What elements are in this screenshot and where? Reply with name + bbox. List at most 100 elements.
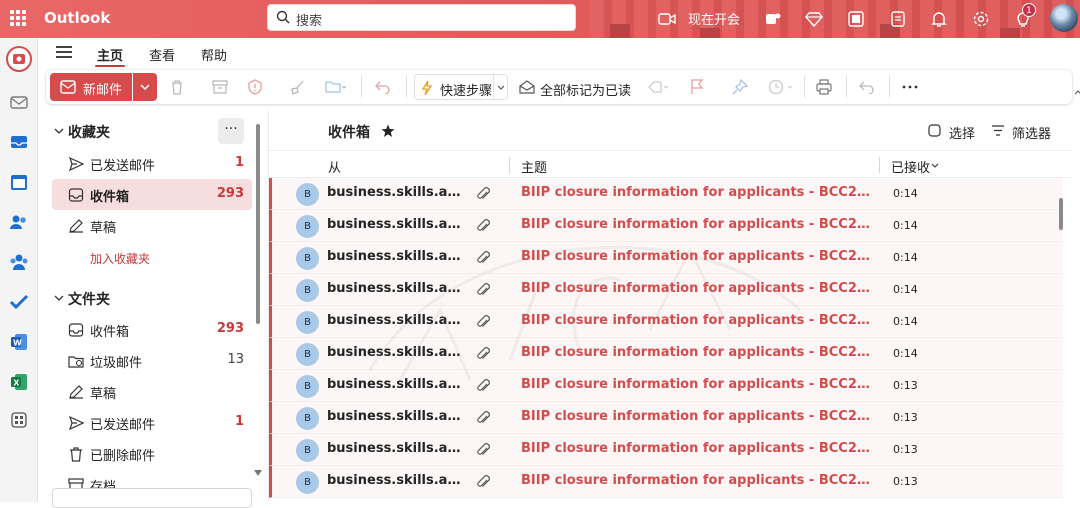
add-to-favorites-link[interactable]: 加入收藏夹	[90, 250, 150, 267]
todo-rail-icon[interactable]	[7, 290, 31, 314]
meet-now-button[interactable]: 现在开会	[688, 9, 740, 28]
quick-steps-button[interactable]: 快速步骤	[414, 74, 508, 100]
user-avatar[interactable]	[1050, 4, 1078, 32]
message-list-scrollbar[interactable]	[1059, 198, 1063, 230]
chevron-up-icon[interactable]	[1074, 84, 1080, 95]
people-rail-icon[interactable]	[7, 210, 31, 234]
message-subject: BIIP closure information for applicants …	[521, 441, 871, 456]
unread-count: 293	[216, 321, 244, 336]
teams-icon[interactable]	[762, 8, 784, 30]
gear-icon[interactable]	[970, 8, 992, 30]
pin-icon[interactable]	[729, 76, 751, 98]
search-icon	[276, 10, 290, 24]
undo-reply-icon[interactable]	[371, 76, 393, 98]
word-rail-icon[interactable]: W	[7, 330, 31, 354]
message-row[interactable]: Bbusiness.skills.ad... BIIP closure infor…	[269, 466, 1063, 498]
favorite-item-sent[interactable]: 已发送邮件 1	[52, 148, 252, 179]
sender-avatar: B	[296, 215, 319, 238]
column-received[interactable]: 已接收	[891, 157, 930, 176]
message-row[interactable]: Bbusiness.skills.ad... BIIP closure infor…	[269, 338, 1063, 370]
flag-icon[interactable]	[686, 76, 708, 98]
message-row[interactable]: Bbusiness.skills.ad... BIIP closure infor…	[269, 178, 1063, 210]
message-row[interactable]: Bbusiness.skills.ad... BIIP closure infor…	[269, 370, 1063, 402]
tag-icon[interactable]	[643, 76, 673, 98]
sender-name: business.skills.ad...	[327, 409, 467, 424]
excel-rail-icon[interactable]: X	[7, 370, 31, 394]
column-from[interactable]: 从	[328, 157, 341, 176]
sweep-icon[interactable]	[286, 76, 308, 98]
favorites-heading[interactable]: 收藏夹	[68, 122, 110, 142]
folder-item-inbox[interactable]: 收件箱 293	[52, 314, 252, 345]
folder-item-sent[interactable]: 已发送邮件 1	[52, 407, 252, 438]
folder-item-deleted[interactable]: 已删除邮件	[52, 438, 252, 469]
new-mail-button[interactable]: 新邮件	[50, 73, 132, 101]
notification-badge: 1	[1022, 3, 1036, 17]
groups-rail-icon[interactable]	[7, 250, 31, 274]
trash-icon	[70, 447, 82, 462]
favorite-item-drafts[interactable]: 草稿	[52, 210, 252, 241]
more-options-icon[interactable]	[899, 76, 921, 98]
bell-icon[interactable]	[928, 8, 950, 30]
delete-icon[interactable]	[166, 76, 188, 98]
favorites-more-button[interactable]: ···	[218, 118, 244, 144]
search-box[interactable]: 搜索	[267, 4, 576, 31]
favorite-item-inbox[interactable]: 收件箱 293	[52, 179, 252, 210]
column-divider[interactable]	[879, 157, 880, 173]
filter-button[interactable]: 筛选器	[1012, 123, 1051, 142]
snooze-icon[interactable]	[764, 76, 798, 98]
folder-pane-bottom-box[interactable]	[52, 488, 252, 508]
message-row[interactable]: Bbusiness.skills.ad... BIIP closure infor…	[269, 402, 1063, 434]
chevron-down-icon[interactable]	[54, 126, 64, 136]
message-row[interactable]: Bbusiness.skills.ad... BIIP closure infor…	[269, 306, 1063, 338]
more-apps-icon[interactable]	[7, 408, 31, 432]
chevron-down-icon[interactable]	[54, 293, 64, 303]
new-mail-dropdown[interactable]	[133, 73, 157, 101]
folder-item-junk[interactable]: 垃圾邮件 13	[52, 345, 252, 376]
move-to-icon[interactable]	[321, 76, 351, 98]
report-icon[interactable]	[244, 76, 266, 98]
folders-heading[interactable]: 文件夹	[68, 289, 110, 309]
mark-all-read-button[interactable]: 全部标记为已读	[540, 80, 631, 99]
message-row[interactable]: Bbusiness.skills.ad... BIIP closure infor…	[269, 242, 1063, 274]
star-icon[interactable]	[381, 124, 395, 138]
column-divider[interactable]	[509, 157, 510, 173]
chevron-down-icon[interactable]	[493, 75, 508, 99]
notes-icon[interactable]	[887, 8, 909, 30]
tab-help[interactable]: 帮助	[201, 45, 227, 64]
chevron-down-icon[interactable]	[931, 163, 939, 168]
office-icon[interactable]	[845, 8, 867, 30]
message-row[interactable]: Bbusiness.skills.ad... BIIP closure infor…	[269, 434, 1063, 466]
folder-pane-scrollbar[interactable]	[256, 124, 260, 324]
mark-read-icon	[516, 76, 538, 98]
received-time: 0:14	[893, 347, 918, 360]
select-button[interactable]: 选择	[949, 123, 975, 142]
undo-icon[interactable]	[856, 76, 878, 98]
mail-rail-icon[interactable]	[7, 90, 31, 114]
sender-name: business.skills.ad...	[327, 313, 467, 328]
calendar-rail-icon[interactable]	[7, 170, 31, 194]
column-header-row: 从 主题 已接收	[269, 150, 1071, 178]
message-row[interactable]: Bbusiness.skills.ad... BIIP closure infor…	[269, 210, 1063, 242]
outlook-app-icon[interactable]	[6, 46, 32, 72]
video-icon[interactable]	[656, 8, 678, 30]
message-row[interactable]: Bbusiness.skills.ad... BIIP closure infor…	[269, 274, 1063, 306]
column-subject[interactable]: 主题	[521, 157, 547, 176]
hamburger-menu-icon[interactable]	[56, 46, 72, 58]
archive-icon[interactable]	[209, 76, 231, 98]
sender-name: business.skills.ad...	[327, 249, 467, 264]
attachment-icon	[477, 475, 490, 487]
print-icon[interactable]	[813, 76, 835, 98]
svg-text:X: X	[13, 379, 20, 388]
folder-item-drafts[interactable]: 草稿	[52, 376, 252, 407]
tab-view[interactable]: 查看	[149, 45, 175, 64]
tab-home[interactable]: 主页	[94, 45, 126, 67]
sender-avatar: B	[296, 247, 319, 270]
scroll-down-icon[interactable]	[254, 470, 262, 476]
app-launcher-icon[interactable]	[10, 10, 26, 26]
inbox-rail-icon[interactable]	[7, 130, 31, 154]
sender-name: business.skills.ad...	[327, 441, 467, 456]
message-subject: BIIP closure information for applicants …	[521, 473, 871, 488]
folder-item-archive[interactable]: 存档	[52, 469, 252, 489]
premium-diamond-icon[interactable]	[803, 8, 825, 30]
received-time: 0:14	[893, 251, 918, 264]
